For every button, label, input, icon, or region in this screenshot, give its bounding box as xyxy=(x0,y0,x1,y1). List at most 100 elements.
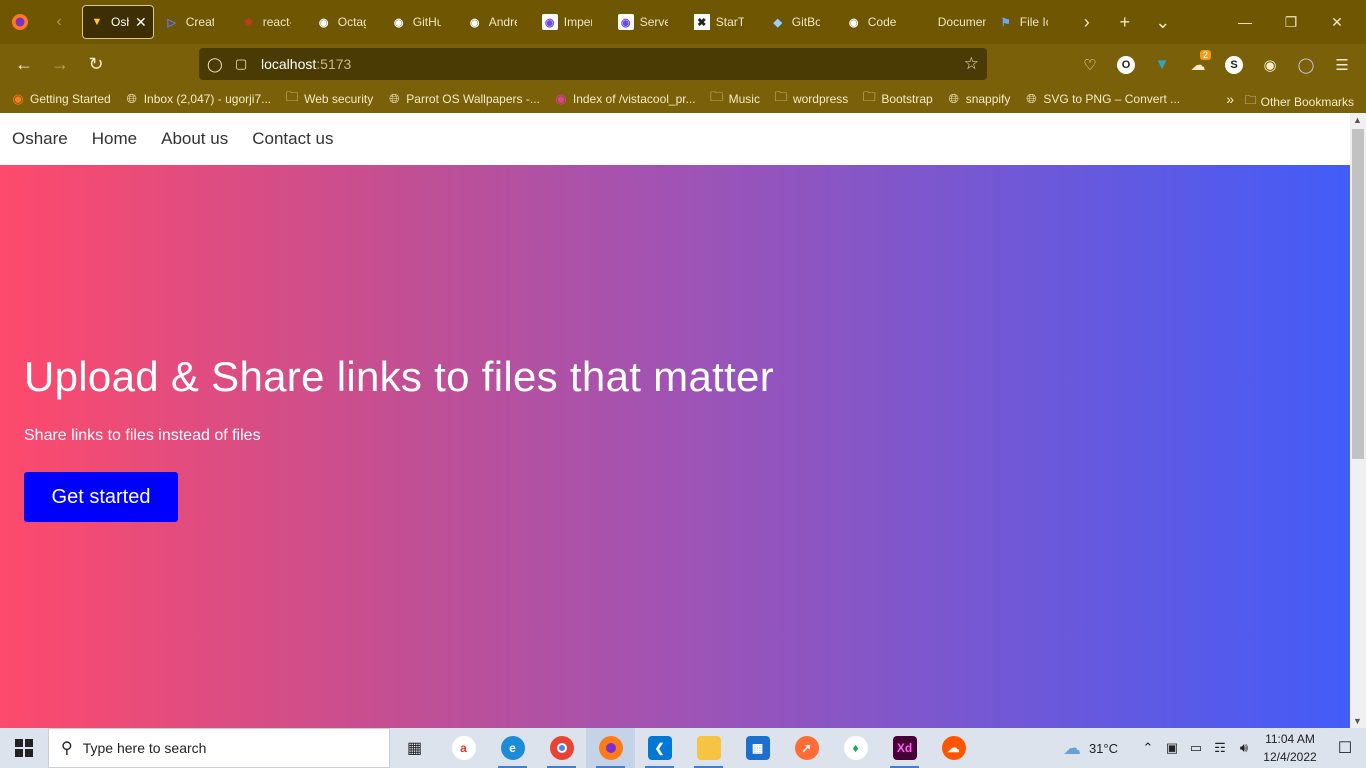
tab-scroll-right-icon[interactable]: › xyxy=(1068,0,1106,44)
extension-badge-icon[interactable]: ☁ 2 xyxy=(1180,44,1216,85)
tab-gitbook[interactable]: ◆ GitBo xyxy=(764,0,840,44)
close-window-icon[interactable]: ✕ xyxy=(1314,0,1360,44)
edge-icon[interactable]: e xyxy=(488,728,537,768)
minimize-icon[interactable]: — xyxy=(1222,0,1268,44)
bookmark-svg-to-png[interactable]: 🌐︎ SVG to PNG – Convert ... xyxy=(1023,91,1180,107)
bookmark-index-vistacool[interactable]: ◉ Index of /vistacool_pr... xyxy=(553,91,695,107)
page-scrollbar[interactable]: ▲ ▼ xyxy=(1350,113,1366,728)
vite-icon: ▼ xyxy=(91,16,103,28)
tab-code[interactable]: ◉ Code xyxy=(840,0,916,44)
acrobat-icon[interactable]: a xyxy=(439,728,488,768)
taskbar-search[interactable]: ⚲ Type here to search xyxy=(48,728,390,768)
brand-link[interactable]: Oshare xyxy=(12,129,68,149)
extension-shield-icon[interactable]: ▼ xyxy=(1144,44,1180,85)
page-info-icon[interactable]: ▢ xyxy=(235,56,251,72)
tab-document[interactable]: Document xyxy=(916,0,992,44)
github-icon: ◉ xyxy=(318,16,329,29)
firefox-taskbar-icon[interactable] xyxy=(586,728,635,768)
meet-now-icon[interactable]: ▣ xyxy=(1160,740,1184,756)
tab-label: Create xyxy=(185,15,214,29)
tab-label: Imper xyxy=(563,15,592,29)
bookmarks-toolbar: ◉ Getting Started 🌐︎ Inbox (2,047) - ugorj… xyxy=(0,85,1366,113)
new-tab-icon[interactable]: + xyxy=(1106,0,1144,44)
scrollbar-thumb[interactable] xyxy=(1352,129,1364,459)
postman-icon[interactable]: ➚ xyxy=(782,728,831,768)
tab-server[interactable]: ◉ Server xyxy=(612,0,688,44)
firefox-menu-icon[interactable] xyxy=(0,0,40,44)
chrome-icon[interactable] xyxy=(537,728,586,768)
nav-about-link[interactable]: About us xyxy=(161,129,228,149)
github-icon: ◉ xyxy=(393,16,404,29)
bookmark-getting-started[interactable]: ◉ Getting Started xyxy=(10,91,111,107)
doc-icon: ◉ xyxy=(617,14,634,30)
taskbar-search-placeholder: Type here to search xyxy=(82,740,207,756)
soundcloud-icon[interactable]: ☁ xyxy=(929,728,978,768)
close-tab-icon[interactable]: ✕ xyxy=(135,14,147,31)
reload-icon[interactable]: ↻ xyxy=(78,49,114,81)
extension-o-icon[interactable]: O xyxy=(1108,44,1144,85)
pocket-icon[interactable]: ♡ xyxy=(1072,44,1108,85)
scroll-down-icon[interactable]: ▼ xyxy=(1353,716,1362,726)
bookmark-label: Getting Started xyxy=(30,92,111,106)
bookmark-star-icon[interactable]: ☆ xyxy=(964,54,979,74)
file-explorer-icon[interactable] xyxy=(684,728,733,768)
microsoft-store-icon[interactable]: ▦ xyxy=(733,728,782,768)
list-tabs-icon[interactable]: ⌄ xyxy=(1144,0,1182,44)
hero-title: Upload & Share links to files that matte… xyxy=(24,353,774,400)
bookmark-parrot-os[interactable]: 🌐︎ Parrot OS Wallpapers -... xyxy=(386,91,540,107)
tab-oshare[interactable]: ▼ Osh ✕ xyxy=(82,5,154,39)
adobe-xd-icon[interactable]: Xd xyxy=(880,728,929,768)
tray-expand-icon[interactable]: ⌃ xyxy=(1136,740,1160,756)
hero-subtitle: Share links to files instead of files xyxy=(24,427,261,444)
hamburger-menu-icon[interactable]: ☰ xyxy=(1324,44,1360,85)
back-icon[interactable]: ← xyxy=(6,49,42,81)
extension-s-icon[interactable]: S xyxy=(1216,44,1252,85)
tab-imper[interactable]: ◉ Imper xyxy=(536,0,612,44)
tab-scroll-left-icon[interactable]: ‹ xyxy=(40,0,78,44)
clock[interactable]: 11:04 AM 12/4/2022 xyxy=(1256,730,1324,766)
bookmark-folder-bootstrap[interactable]: 🗀︎ Bootstrap xyxy=(861,89,933,107)
ublock-icon[interactable]: ◯ xyxy=(1288,44,1324,85)
task-view-icon[interactable]: ▦ xyxy=(390,728,439,768)
weather-widget[interactable]: ☁ 31°C xyxy=(1063,738,1118,759)
tab-andre[interactable]: ◉ Andre xyxy=(461,0,536,44)
url-bar[interactable]: ◯ ▢ localhost:5173 ☆ xyxy=(199,48,987,80)
bookmarks-overflow-icon[interactable]: » xyxy=(1226,91,1234,107)
bookmark-folder-music[interactable]: 🗀︎ Music xyxy=(709,89,760,107)
bookmark-folder-web-security[interactable]: 🗀︎ Web security xyxy=(284,89,374,107)
tab-github[interactable]: ◉ GitHu xyxy=(385,0,461,44)
flag-icon: ⚑ xyxy=(1000,16,1011,29)
tab-react[interactable]: ⚛ react- xyxy=(235,0,310,44)
tab-create[interactable]: ▷ Create xyxy=(158,0,235,44)
other-bookmarks[interactable]: 🗀︎ Other Bookmarks xyxy=(1245,91,1354,112)
restore-icon[interactable]: ❐ xyxy=(1268,0,1314,44)
vscode-icon[interactable]: ❮ xyxy=(635,728,684,768)
tab-label: Code xyxy=(867,15,896,29)
tab-octag[interactable]: ◉ Octag xyxy=(310,0,385,44)
scroll-up-icon[interactable]: ▲ xyxy=(1353,115,1362,125)
forward-icon[interactable]: → xyxy=(42,49,78,81)
tab-startup[interactable]: ✖ StarTu xyxy=(688,0,764,44)
bookmark-folder-wordpress[interactable]: 🗀︎ wordpress xyxy=(773,89,848,107)
nav-contact-link[interactable]: Contact us xyxy=(252,129,333,149)
globe-icon: 🌐︎ xyxy=(948,91,959,106)
tab-label: Octag xyxy=(337,15,366,29)
bookmark-snappify[interactable]: 🌐︎ snappify xyxy=(946,91,1010,107)
tab-file-icons[interactable]: ⚑ File Ic xyxy=(992,0,1068,44)
site-navbar: Oshare Home About us Contact us xyxy=(0,113,1350,165)
volume-icon[interactable]: 🔊︎ xyxy=(1232,740,1256,756)
mongodb-compass-icon[interactable]: ♦ xyxy=(831,728,880,768)
tab-label: GitBo xyxy=(791,15,820,29)
tab-label: GitHu xyxy=(412,15,441,29)
tab-label: Andre xyxy=(488,15,517,29)
nav-home-link[interactable]: Home xyxy=(92,129,137,149)
extension-owl-icon[interactable]: ◉ xyxy=(1252,44,1288,85)
get-started-button[interactable]: Get started xyxy=(24,472,178,522)
wifi-icon[interactable]: ☶ xyxy=(1208,740,1232,756)
windows-start-icon[interactable] xyxy=(0,728,48,768)
notifications-icon[interactable]: ☐ xyxy=(1324,738,1366,758)
battery-icon[interactable]: ▭ xyxy=(1184,740,1208,756)
url-text[interactable]: localhost:5173 xyxy=(261,56,351,72)
tracking-shield-icon[interactable]: ◯ xyxy=(207,56,223,73)
bookmark-inbox[interactable]: 🌐︎ Inbox (2,047) - ugorji7... xyxy=(124,91,272,107)
